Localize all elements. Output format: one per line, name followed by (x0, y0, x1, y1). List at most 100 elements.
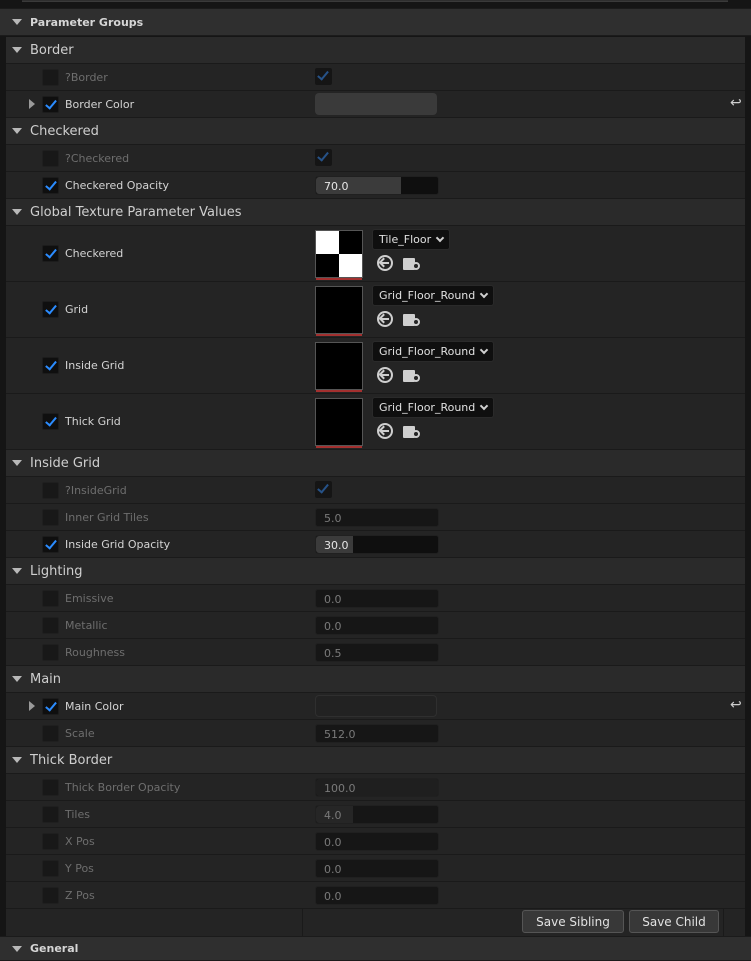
override-checkbox[interactable] (42, 832, 59, 850)
override-checkbox[interactable] (42, 535, 59, 553)
browse-asset-icon[interactable] (403, 368, 421, 383)
reset-arrow-icon[interactable]: ↩ (730, 697, 742, 713)
group-checkered[interactable]: Checkered (6, 118, 745, 145)
group-border[interactable]: Border (6, 37, 745, 64)
texture-thumbnail[interactable] (315, 230, 363, 280)
override-checkbox[interactable] (42, 805, 59, 823)
collapse-arrow-icon[interactable] (12, 460, 22, 466)
use-selected-asset-icon[interactable] (377, 255, 393, 271)
chevron-down-icon (435, 233, 445, 243)
texture-type-bar (316, 278, 362, 280)
collapse-arrow-icon[interactable] (12, 945, 22, 952)
number-field[interactable]: 0.0 (315, 616, 439, 635)
param-label: ?InsideGrid (65, 483, 127, 497)
browse-asset-icon[interactable] (403, 256, 421, 271)
texture-row: Inside Grid Grid_Floor_Round (6, 338, 745, 394)
param-row: Emissive 0.0 (6, 585, 745, 612)
asset-picker-combo[interactable]: Grid_Floor_Round (372, 341, 495, 362)
param-label: Scale (65, 726, 95, 740)
override-checkbox[interactable] (42, 616, 59, 634)
category-title: Parameter Groups (30, 15, 144, 29)
number-slider[interactable]: 4.0 (315, 805, 439, 824)
param-row: Y Pos 0.0 (6, 855, 745, 882)
expand-arrow-icon[interactable] (29, 701, 35, 711)
number-field[interactable]: 0.0 (315, 589, 439, 608)
override-checkbox[interactable] (42, 886, 59, 904)
asset-picker-combo[interactable]: Grid_Floor_Round (372, 397, 495, 418)
category-parameter-groups[interactable]: Parameter Groups (0, 8, 751, 36)
override-checkbox[interactable] (42, 149, 59, 167)
save-child-button[interactable]: Save Child (629, 910, 719, 933)
collapse-arrow-icon[interactable] (12, 757, 22, 763)
param-row: Inside Grid Opacity 30.0 (6, 531, 745, 558)
group-thick-border[interactable]: Thick Border (6, 747, 745, 774)
category-general[interactable]: General (0, 936, 751, 961)
override-checkbox[interactable] (42, 176, 59, 194)
param-row: Main Color ↩ (6, 693, 745, 720)
override-checkbox[interactable] (42, 859, 59, 877)
bool-value-checkbox[interactable] (315, 68, 332, 85)
override-checkbox[interactable] (42, 301, 59, 318)
override-checkbox[interactable] (42, 724, 59, 742)
override-checkbox[interactable] (42, 643, 59, 661)
group-main[interactable]: Main (6, 666, 745, 693)
chevron-down-icon (480, 289, 489, 299)
asset-name: Grid_Floor_Round (379, 289, 476, 302)
use-selected-asset-icon[interactable] (377, 423, 393, 439)
number-field[interactable]: 0.0 (315, 859, 439, 878)
reset-arrow-icon[interactable]: ↩ (730, 95, 742, 111)
color-swatch[interactable] (315, 93, 437, 115)
texture-thumbnail[interactable] (315, 398, 363, 448)
number-slider[interactable]: 30.0 (315, 535, 439, 554)
param-row: ?Border (6, 64, 745, 91)
override-checkbox[interactable] (42, 68, 59, 86)
param-row: ?InsideGrid (6, 477, 745, 504)
texture-thumbnail[interactable] (315, 342, 363, 392)
override-checkbox[interactable] (42, 697, 59, 715)
number-slider[interactable]: 70.0 (315, 176, 439, 195)
param-label: Border Color (65, 97, 135, 111)
override-checkbox[interactable] (42, 778, 59, 796)
texture-thumbnail[interactable] (315, 286, 363, 336)
checker-square (316, 231, 339, 254)
texture-type-bar (316, 390, 362, 392)
override-checkbox[interactable] (42, 245, 59, 262)
override-checkbox[interactable] (42, 413, 59, 430)
use-selected-asset-icon[interactable] (377, 311, 393, 327)
group-lighting[interactable]: Lighting (6, 558, 745, 585)
param-label: Emissive (65, 591, 114, 605)
collapse-arrow-icon[interactable] (12, 47, 22, 53)
bool-value-checkbox[interactable] (315, 149, 332, 166)
param-label: ?Border (65, 70, 108, 84)
collapse-arrow-icon[interactable] (12, 676, 22, 682)
number-field[interactable]: 5.0 (315, 508, 439, 527)
number-slider[interactable]: 100.0 (315, 778, 439, 797)
collapse-arrow-icon[interactable] (12, 128, 22, 134)
number-value: 70.0 (324, 180, 349, 193)
bool-value-checkbox[interactable] (315, 481, 332, 498)
asset-picker-combo[interactable]: Grid_Floor_Round (372, 285, 495, 306)
group-inside-grid[interactable]: Inside Grid (6, 450, 745, 477)
override-checkbox[interactable] (42, 589, 59, 607)
texture-type-bar (316, 446, 362, 448)
override-checkbox[interactable] (42, 95, 59, 113)
asset-picker-combo[interactable]: Tile_Floor (372, 229, 451, 250)
number-field[interactable]: 0.0 (315, 832, 439, 851)
use-selected-asset-icon[interactable] (377, 367, 393, 383)
number-field[interactable]: 0.5 (315, 643, 439, 662)
asset-name: Grid_Floor_Round (379, 401, 476, 414)
collapse-arrow-icon[interactable] (12, 209, 22, 215)
number-field[interactable]: 0.0 (315, 886, 439, 905)
group-textures[interactable]: Global Texture Parameter Values (6, 199, 745, 226)
color-swatch[interactable] (315, 695, 437, 717)
expand-arrow-icon[interactable] (29, 99, 35, 109)
number-field[interactable]: 512.0 (315, 724, 439, 743)
collapse-arrow-icon[interactable] (12, 19, 22, 25)
override-checkbox[interactable] (42, 481, 59, 499)
override-checkbox[interactable] (42, 508, 59, 526)
collapse-arrow-icon[interactable] (12, 568, 22, 574)
browse-asset-icon[interactable] (403, 424, 421, 439)
override-checkbox[interactable] (42, 357, 59, 374)
browse-asset-icon[interactable] (403, 312, 421, 327)
save-sibling-button[interactable]: Save Sibling (522, 910, 624, 933)
